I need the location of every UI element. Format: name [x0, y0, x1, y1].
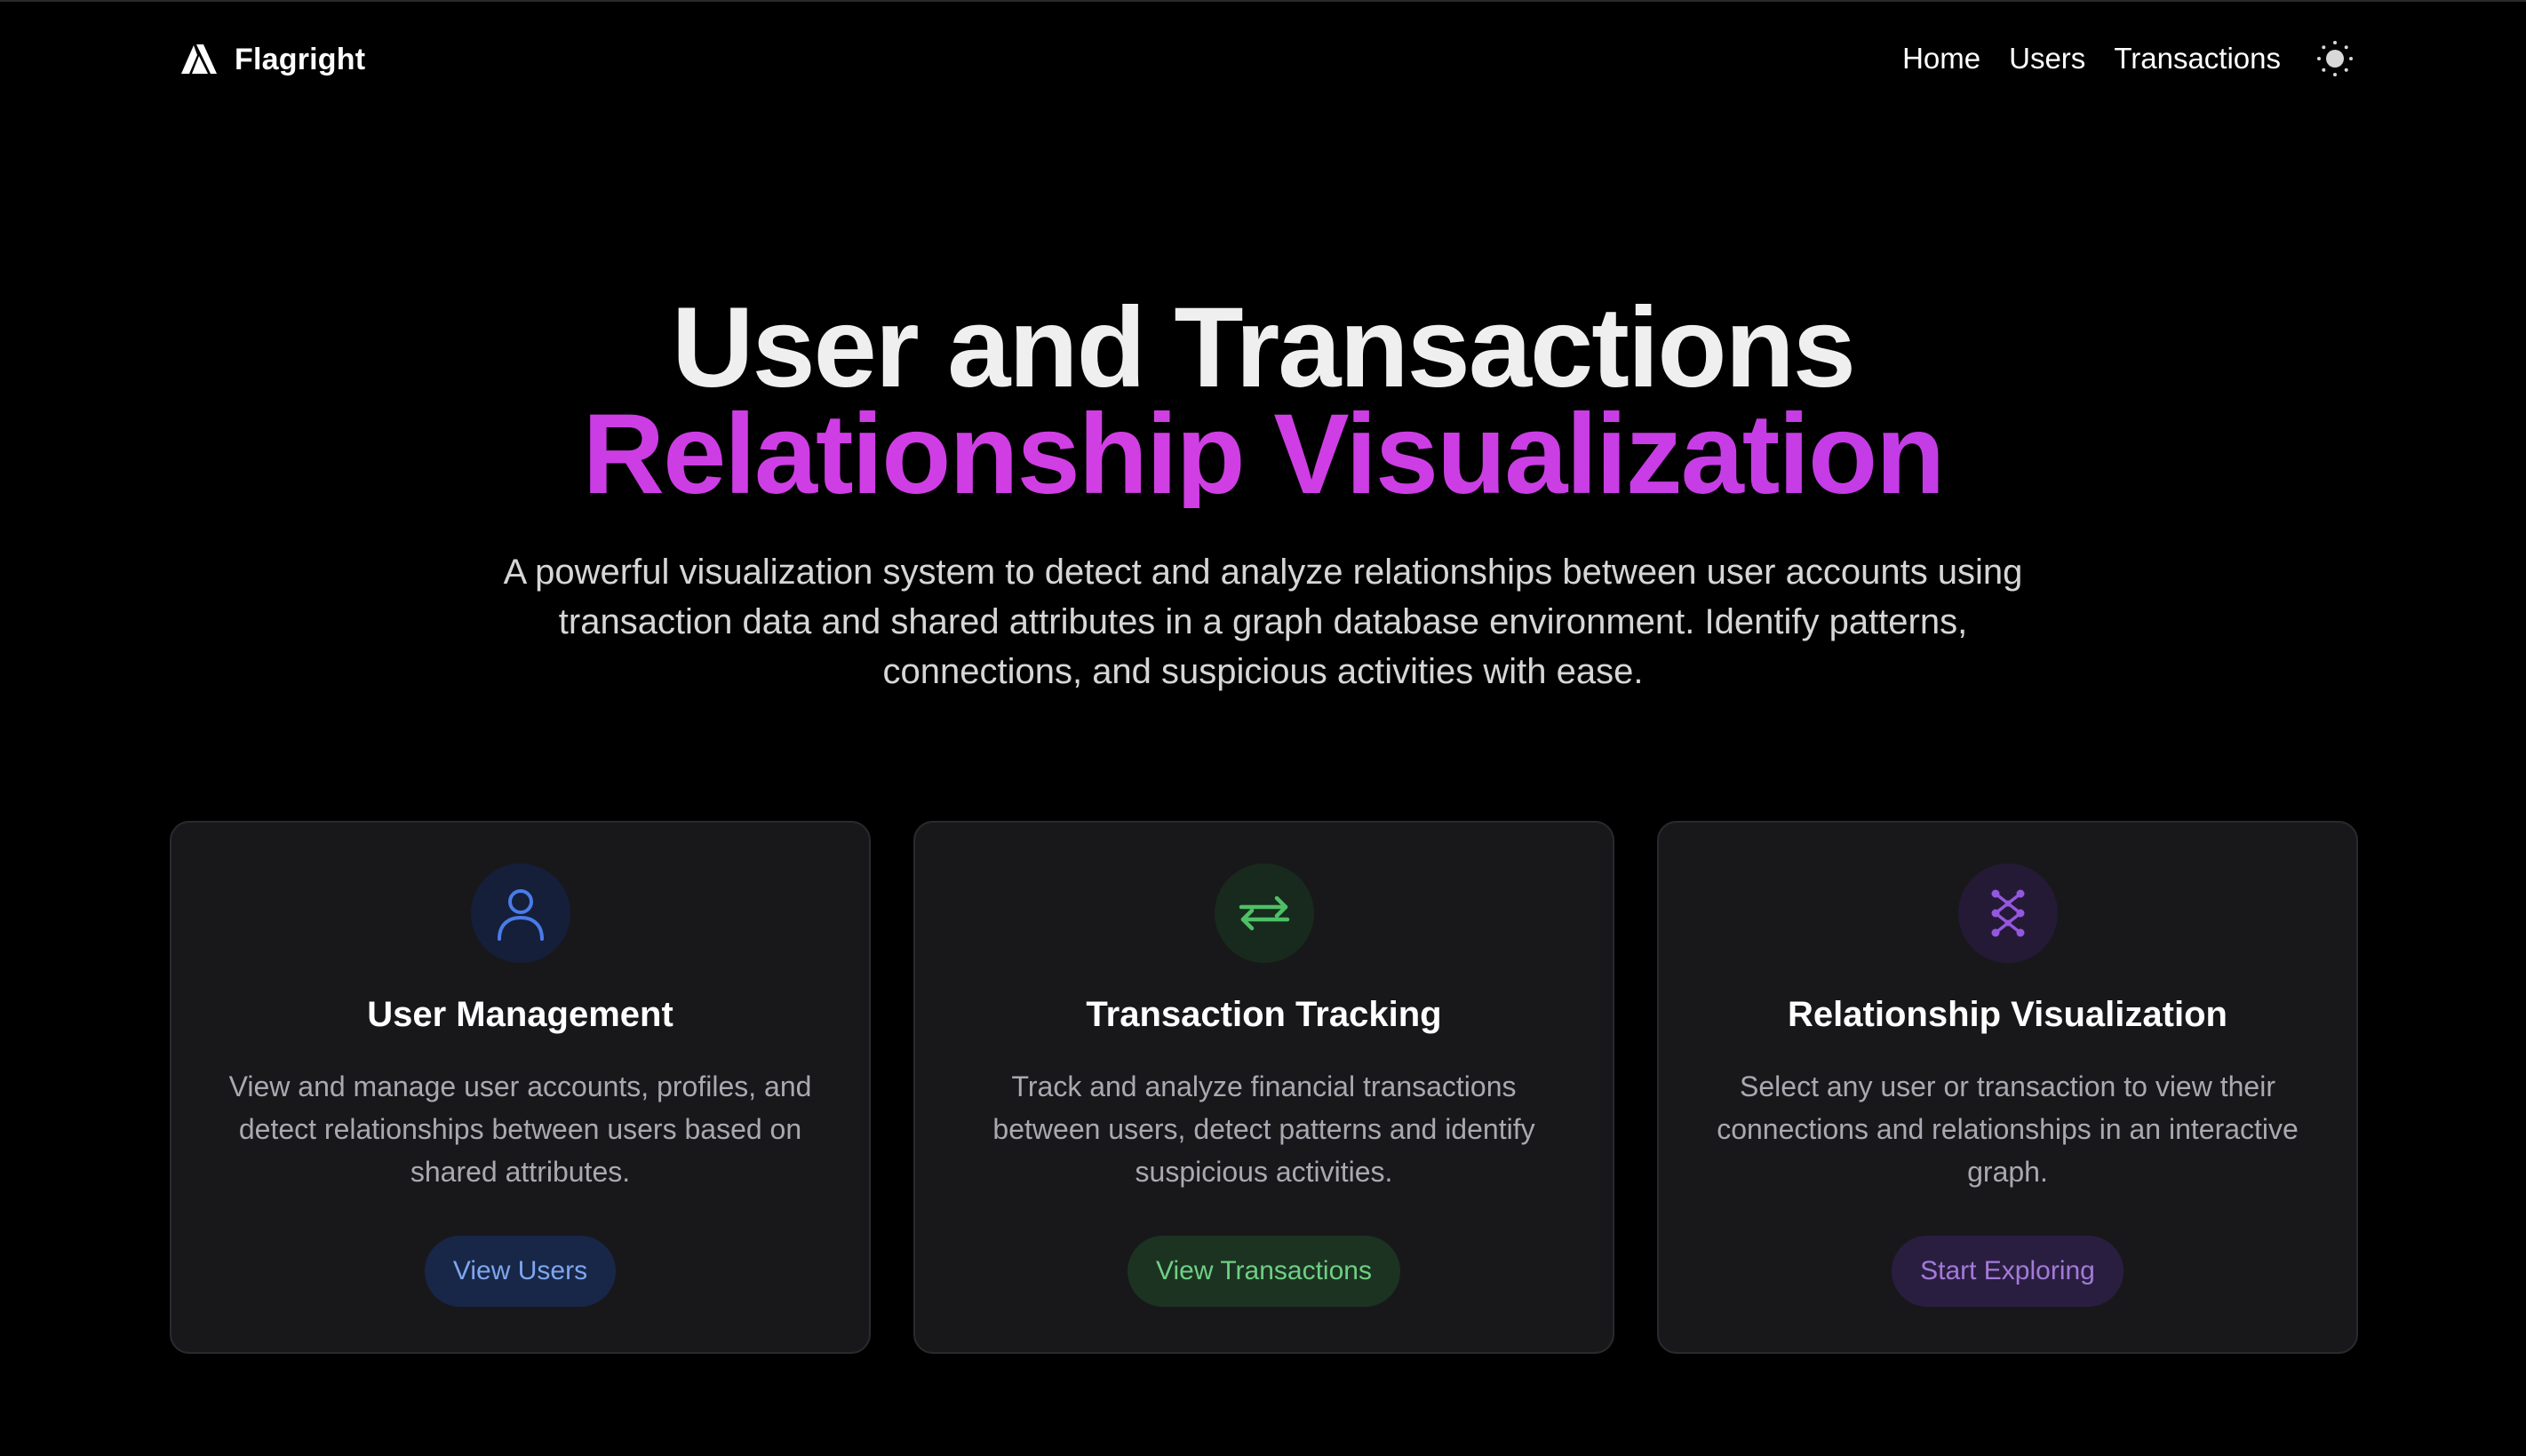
nav-transactions-link[interactable]: Transactions	[2114, 42, 2281, 76]
user-icon	[497, 889, 544, 941]
hero-description: A powerful visualization system to detec…	[503, 553, 2023, 691]
brand-link[interactable]: Flagright	[181, 37, 365, 82]
feature-card-user-management: User Management View and manage user acc…	[170, 821, 871, 1354]
card-icon-badge	[1957, 863, 2058, 963]
card-description: View and manage user accounts, profiles,…	[228, 1070, 812, 1188]
view-users-button[interactable]: View Users	[424, 1236, 617, 1307]
sun-icon	[2317, 41, 2353, 76]
feature-card-relationship-visualization: Relationship Visualization Select any us…	[1657, 821, 2358, 1354]
hero-title-line-2: Relationship Visualization	[0, 398, 2526, 512]
card-description: Select any user or transaction to view t…	[1717, 1070, 2299, 1188]
card-description: Track and analyze financial transactions…	[992, 1070, 1535, 1188]
arrows-exchange-icon	[1239, 895, 1289, 931]
feature-card-transaction-tracking: Transaction Tracking Track and analyze f…	[913, 821, 1614, 1354]
card-title: User Management	[367, 995, 673, 1034]
card-icon-badge	[1214, 863, 1314, 963]
nav-users-link[interactable]: Users	[2009, 42, 2085, 76]
card-title: Relationship Visualization	[1788, 995, 2227, 1034]
top-navbar: Flagright Home Users Transactions	[0, 2, 2526, 117]
hero-section: User and Transactions Relationship Visua…	[0, 284, 2526, 696]
hero-title-line-1: User and Transactions	[672, 284, 1856, 411]
feature-cards: User Management View and manage user acc…	[170, 821, 2358, 1354]
brand-name: Flagright	[235, 42, 366, 76]
theme-toggle-button[interactable]	[2313, 36, 2357, 81]
card-icon-badge	[470, 863, 570, 963]
flagright-logo-icon	[181, 44, 217, 74]
landing-page: Flagright Home Users Transactions User a…	[0, 0, 2526, 1456]
hero-title: User and Transactions Relationship Visua…	[0, 284, 2526, 512]
main-nav: Home Users Transactions	[1902, 34, 2357, 84]
nav-home-link[interactable]: Home	[1902, 42, 1980, 76]
view-transactions-button[interactable]: View Transactions	[1128, 1236, 1400, 1307]
network-icon	[1991, 889, 2024, 937]
card-title: Transaction Tracking	[1086, 995, 1442, 1034]
start-exploring-button[interactable]: Start Exploring	[1892, 1236, 2124, 1307]
